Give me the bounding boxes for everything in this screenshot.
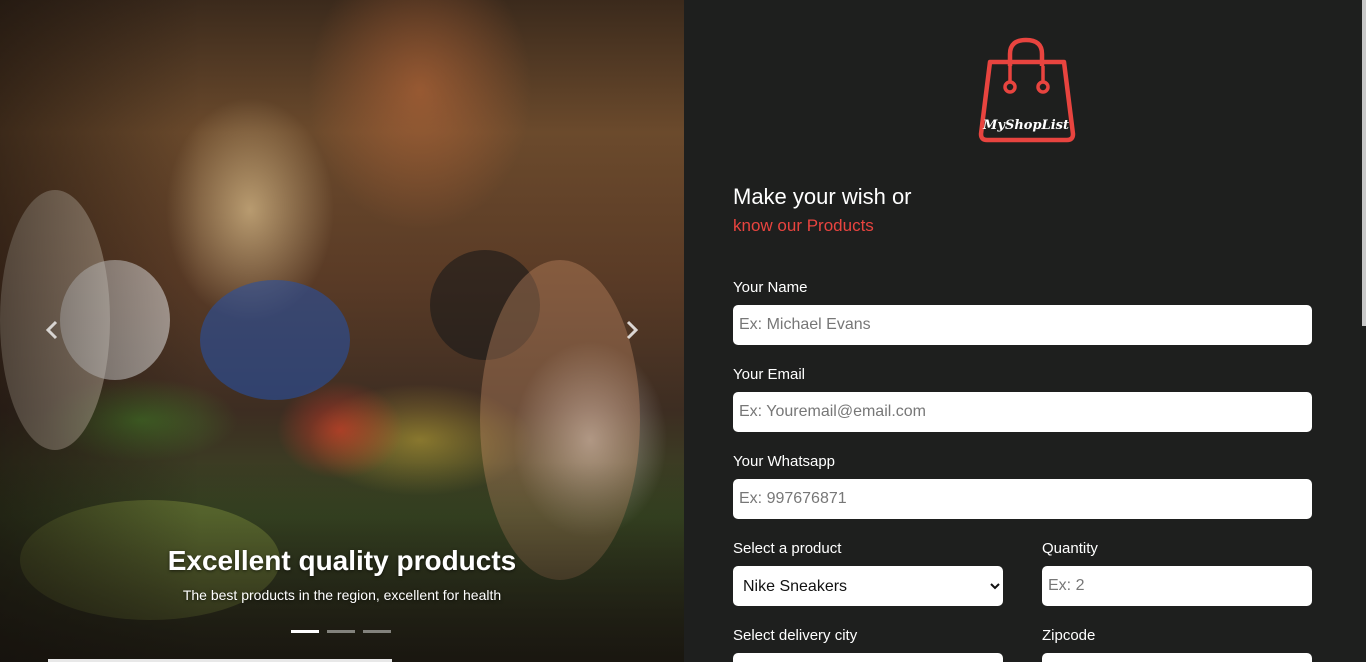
carousel-caption-subtitle: The best products in the region, excelle… [182,587,502,603]
wish-form-panel: MyShopList Make your wish or know our Pr… [684,0,1366,662]
quantity-label: Quantity [1042,540,1098,557]
zipcode-label: Zipcode [1042,627,1096,644]
whatsapp-input[interactable] [733,479,1312,519]
carousel-indicator-2[interactable] [327,630,355,633]
carousel-indicators [291,630,391,633]
carousel-prev-button[interactable] [38,316,66,344]
quantity-input[interactable] [1042,566,1312,606]
carousel-image-figure [200,280,350,400]
carousel-next-button[interactable] [618,316,646,344]
page-scrollbar[interactable] [1362,0,1366,326]
product-label: Select a product [733,540,842,557]
name-label: Your Name [733,279,808,296]
city-label: Select delivery city [733,627,858,644]
hero-carousel: Excellent quality products The best prod… [0,0,684,662]
carousel-indicator-3[interactable] [363,630,391,633]
carousel-caption-title: Excellent quality products [167,545,517,576]
zipcode-input[interactable] [1042,653,1312,662]
email-label: Your Email [733,366,805,383]
carousel-indicator-1[interactable] [291,630,319,633]
form-subheading: know our Products [733,216,874,235]
shopping-bag-logo-icon: MyShopList [978,37,1076,143]
chevron-left-icon [45,320,58,340]
form-heading: Make your wish or [733,184,912,209]
logo-text: MyShopList [982,118,1069,133]
name-input[interactable] [733,305,1312,345]
whatsapp-label: Your Whatsapp [733,453,836,470]
chevron-right-icon [626,320,639,340]
city-select[interactable] [733,653,1003,662]
email-input[interactable] [733,392,1312,432]
product-select[interactable]: Nike Sneakers [733,566,1003,606]
